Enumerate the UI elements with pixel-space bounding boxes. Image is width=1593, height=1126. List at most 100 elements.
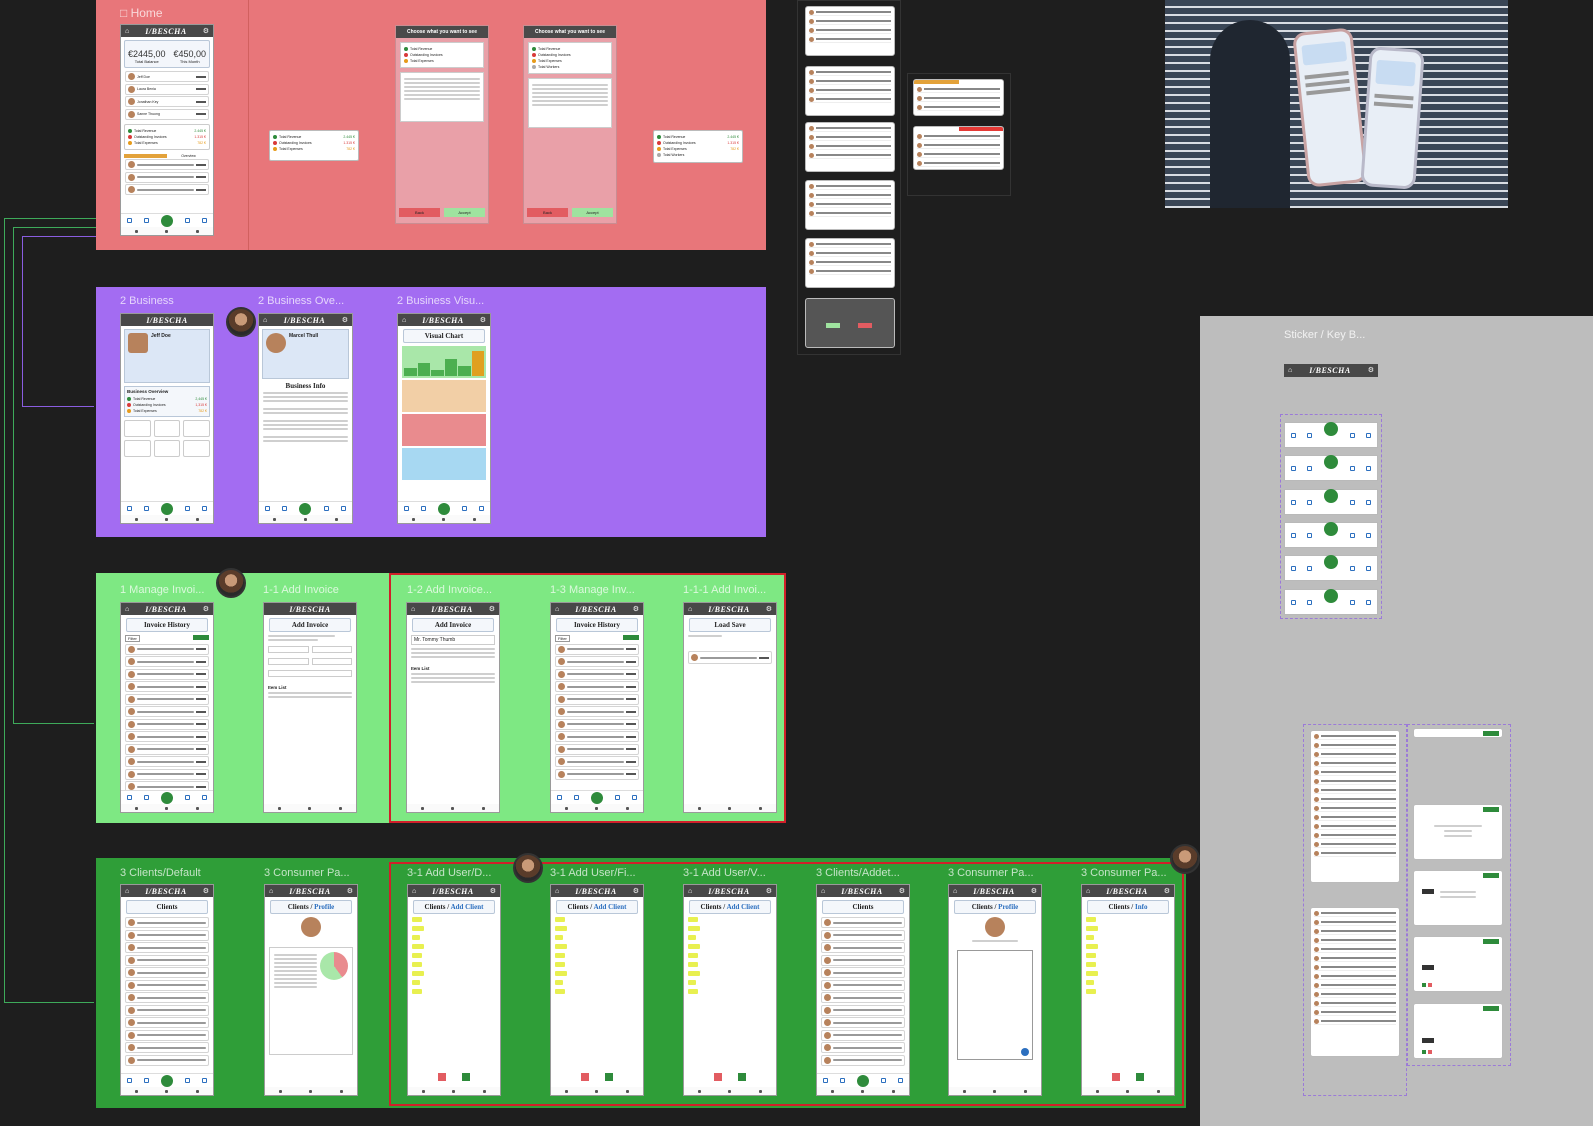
nav-variant <box>1284 589 1378 615</box>
notes-area[interactable] <box>957 950 1033 1060</box>
app-brand: I/BESCHA <box>145 26 187 36</box>
collaborator-avatar <box>513 853 543 883</box>
system-bar <box>121 227 213 235</box>
clients-label-7: 3 Consumer Pa... <box>948 867 1034 879</box>
grid-button[interactable] <box>183 440 210 457</box>
list-item[interactable] <box>125 171 209 183</box>
home-icon[interactable]: ⌂ <box>1288 367 1292 374</box>
recipient-field[interactable]: Mr. Tommy Thumb <box>411 635 495 645</box>
list-item[interactable] <box>125 159 209 170</box>
list-item[interactable]: Sanne Thuong <box>125 108 209 120</box>
component-list-card <box>805 238 895 288</box>
connector-line <box>4 218 96 219</box>
consumer-profile-notes-screen: ⌂ I/BESCHA ⚙ Clients / Profile <box>948 884 1042 1096</box>
clients-subsection-outline <box>389 862 1184 1106</box>
add-invoice-button[interactable] <box>193 635 209 640</box>
list-item[interactable]: Laura Benia <box>125 83 209 95</box>
list-item[interactable]: Jeff Doe <box>125 71 209 82</box>
clients-label-5: 3-1 Add User/V... <box>683 867 766 879</box>
overview-tabs[interactable]: Overview <box>124 153 210 158</box>
home-section-label: □ Home <box>120 6 163 20</box>
accept-button[interactable]: Accept <box>572 208 613 217</box>
home-divider <box>248 0 249 250</box>
profile-name: Jeff Doe <box>151 333 171 339</box>
avatar <box>128 73 135 80</box>
gear-icon[interactable]: ⚙ <box>1368 367 1374 374</box>
summary-popup-card: Total Revenue 2.445 € Outstanding Invoice… <box>653 130 743 163</box>
component-list-card <box>805 66 895 116</box>
invoice-label-1: 1 Manage Invoi... <box>120 584 205 596</box>
filter-panel-variant <box>1413 936 1503 992</box>
back-button[interactable]: Back <box>527 208 568 217</box>
nav-variant <box>1284 522 1378 548</box>
filter-dropdown[interactable]: Filter <box>125 635 140 642</box>
gear-icon[interactable]: ⚙ <box>203 28 209 35</box>
component-delete-dialog <box>805 298 895 348</box>
business-info-title: Business Info <box>285 382 326 390</box>
business-label-2: 2 Business Ove... <box>258 295 345 307</box>
nav-variant <box>1284 555 1378 581</box>
profile-card: Jeff Doe <box>124 329 210 383</box>
nav-icon[interactable] <box>144 218 149 223</box>
send-icon[interactable] <box>1021 1048 1029 1056</box>
nav-icon[interactable] <box>202 218 207 223</box>
fab-button[interactable] <box>161 214 173 227</box>
invoice-label-3: 1-2 Add Invoice... <box>407 584 492 596</box>
component-list-card <box>805 180 895 230</box>
nav-variant <box>1284 455 1378 481</box>
connector-line <box>13 227 14 723</box>
cancel-button[interactable] <box>438 1073 446 1081</box>
connector-line <box>4 1002 94 1003</box>
grid-button[interactable] <box>124 440 151 457</box>
total-balance-label: Total Balance <box>134 59 159 64</box>
grid-button[interactable] <box>183 420 210 437</box>
clients-label-2: 3 Consumer Pa... <box>264 867 350 879</box>
accept-button[interactable]: Accept <box>444 208 485 217</box>
modal-title: Choose what you want to see <box>396 26 488 38</box>
grid-button[interactable] <box>153 420 181 437</box>
sticker-header-bar: ⌂ I/BESCHA ⚙ <box>1284 364 1378 377</box>
back-button[interactable]: Back <box>399 208 440 217</box>
component-list-card <box>805 122 895 172</box>
home-phone-screen: ⌂ I/BESCHA ⚙ €2445,00 Total Balance €450… <box>120 24 214 236</box>
nav-variant <box>1284 489 1378 515</box>
component-list-card <box>805 6 895 56</box>
add-client-default-screen: ⌂ I/BESCHA ⚙ Clients / Add Client <box>407 884 501 1096</box>
invoice-label-5: 1-1-1 Add Invoi... <box>683 584 767 596</box>
person-silhouette <box>1210 20 1290 208</box>
clients-label-6: 3 Clients/Addet... <box>816 867 900 879</box>
filter-bar-variant <box>1413 728 1503 738</box>
load-save-screen: ⌂ I/BESCHA ⚙ Load Save <box>683 602 777 813</box>
this-month-label: This Month <box>179 59 200 64</box>
business-label-1: 2 Business <box>120 295 174 307</box>
connector-line <box>13 227 96 228</box>
choose-modal: Choose what you want to see Total Revenu… <box>395 25 489 224</box>
invoice-history-screen: ⌂ I/BESCHA ⚙ Invoice History Filter <box>120 602 214 813</box>
grid-button[interactable] <box>124 420 151 437</box>
nav-icon[interactable] <box>185 218 190 223</box>
total-balance-value: €2445,00 <box>128 49 166 59</box>
nav-icon[interactable] <box>127 218 132 223</box>
balance-card: €2445,00 Total Balance €450,00 This Mont… <box>124 40 210 68</box>
clients-label-1: 3 Clients/Default <box>120 867 201 879</box>
add-invoice-filled-screen: ⌂ I/BESCHA ⚙ Add Invoice Mr. Tommy Thumb I… <box>406 602 500 813</box>
component-tab-list <box>913 126 1004 170</box>
consumer-profile-screen: ⌂ I/BESCHA ⚙ Clients / Profile <box>264 884 358 1096</box>
visual-chart-title: Visual Chart <box>403 329 485 343</box>
action-grid <box>124 420 210 457</box>
grid-button[interactable] <box>153 440 181 457</box>
chart-panel-expenses <box>402 380 486 412</box>
bottom-nav <box>121 213 213 227</box>
list-item[interactable] <box>125 184 209 195</box>
chart-panel-other <box>402 448 486 480</box>
invoice-label-2: 1-1 Add Invoice <box>263 584 339 596</box>
clients-default-screen: ⌂ I/BESCHA ⚙ Clients <box>120 884 214 1096</box>
confirm-button[interactable] <box>462 1073 470 1081</box>
list-item[interactable]: Jonathan Key <box>125 96 209 107</box>
clients-label-3: 3-1 Add User/D... <box>407 867 492 879</box>
home-icon[interactable]: ⌂ <box>125 28 129 35</box>
summary-card[interactable]: Total Revenue 2.445 € Outstanding Invoice… <box>124 123 210 150</box>
collaborator-avatar <box>1170 844 1200 874</box>
clients-added-screen: ⌂ I/BESCHA ⚙ Clients <box>816 884 910 1096</box>
consumer-info-screen: ⌂ I/BESCHA ⚙ Clients / Info <box>1081 884 1175 1096</box>
